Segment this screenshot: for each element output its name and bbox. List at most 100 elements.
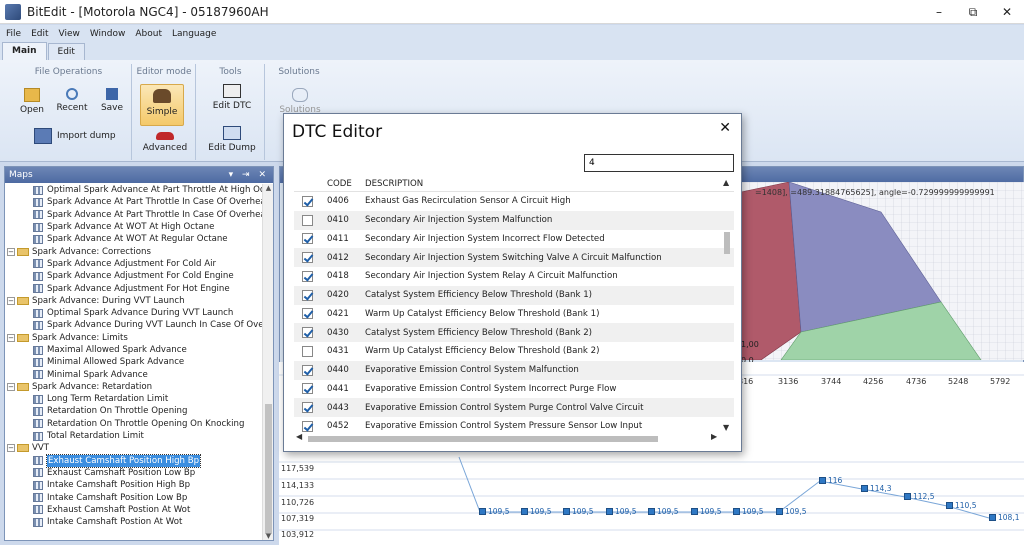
data-point[interactable] bbox=[904, 493, 911, 500]
dtc-row[interactable]: 0412 Secondary Air Injection System Switc… bbox=[294, 248, 734, 267]
tree-item[interactable]: Spark Advance During VVT Launch In Case … bbox=[5, 319, 263, 331]
tree-item[interactable]: Spark Advance At Part Throttle In Case O… bbox=[5, 209, 263, 221]
tab-main[interactable]: Main bbox=[2, 42, 47, 60]
column-code[interactable]: CODE bbox=[327, 179, 365, 189]
tree-folder[interactable]: − Spark Advance: Limits bbox=[5, 332, 263, 344]
dtc-enabled-checkbox[interactable] bbox=[302, 195, 313, 207]
tree-item[interactable]: Maximal Allowed Spark Advance bbox=[5, 344, 263, 356]
scroll-down-icon[interactable]: ▼ bbox=[723, 423, 729, 432]
collapse-icon[interactable]: − bbox=[7, 333, 15, 342]
tree-item[interactable]: Spark Advance Adjustment For Cold Engine bbox=[5, 270, 263, 282]
tree-folder[interactable]: − Spark Advance: Corrections bbox=[5, 245, 263, 257]
dtc-enabled-checkbox[interactable] bbox=[302, 420, 313, 432]
close-window-button[interactable]: ✕ bbox=[990, 0, 1024, 24]
surface-3d-plot[interactable] bbox=[741, 182, 1024, 360]
scroll-right-icon[interactable]: ▶ bbox=[711, 432, 717, 441]
scroll-left-icon[interactable]: ◀ bbox=[296, 432, 302, 441]
dtc-enabled-checkbox[interactable] bbox=[302, 327, 313, 339]
data-point[interactable] bbox=[479, 508, 486, 515]
data-point[interactable] bbox=[563, 508, 570, 515]
data-point[interactable] bbox=[861, 485, 868, 492]
tree-item[interactable]: Retardation On Throttle Opening On Knock… bbox=[5, 418, 263, 430]
tree-item[interactable]: Spark Advance Adjustment For Cold Air bbox=[5, 258, 263, 270]
save-button[interactable]: Save bbox=[92, 88, 132, 113]
data-point[interactable] bbox=[521, 508, 528, 515]
scroll-up-icon[interactable]: ▲ bbox=[723, 178, 729, 187]
scroll-down-icon[interactable]: ▼ bbox=[263, 532, 274, 540]
data-point[interactable] bbox=[946, 502, 953, 509]
data-point[interactable] bbox=[819, 477, 826, 484]
tree-folder[interactable]: − Spark Advance: During VVT Launch bbox=[5, 295, 263, 307]
tree-item[interactable]: Spark Advance Adjustment For Hot Engine bbox=[5, 282, 263, 294]
tree-folder[interactable]: − VVT bbox=[5, 442, 263, 454]
tree-item[interactable]: Optimal Spark Advance At Part Throttle A… bbox=[5, 184, 263, 196]
tree-item[interactable]: Long Term Retardation Limit bbox=[5, 393, 263, 405]
collapse-icon[interactable]: − bbox=[7, 382, 15, 391]
data-point[interactable] bbox=[648, 508, 655, 515]
tab-edit[interactable]: Edit bbox=[47, 43, 85, 60]
data-point[interactable] bbox=[776, 508, 783, 515]
dtc-row[interactable]: 0431 Warm Up Catalyst Efficiency Below Th… bbox=[294, 342, 734, 361]
advanced-mode-button[interactable]: Advanced bbox=[141, 132, 189, 153]
scroll-thumb[interactable] bbox=[724, 232, 730, 254]
dtc-row[interactable]: 0410 Secondary Air Injection System Malfu… bbox=[294, 210, 734, 230]
close-icon[interactable]: ✕ bbox=[719, 120, 731, 136]
dtc-enabled-checkbox[interactable] bbox=[302, 345, 313, 357]
panel-controls[interactable]: ▾ ⇥ ✕ bbox=[229, 170, 269, 180]
tree-item[interactable]: Exhaust Camshaft Position Low Bp bbox=[5, 467, 263, 479]
scroll-up-icon[interactable]: ▲ bbox=[263, 184, 274, 192]
data-point[interactable] bbox=[606, 508, 613, 515]
recent-button[interactable]: Recent bbox=[52, 88, 92, 113]
menu-edit[interactable]: Edit bbox=[31, 29, 48, 39]
tree-item[interactable]: Intake Camshaft Position High Bp bbox=[5, 479, 263, 491]
menu-window[interactable]: Window bbox=[90, 29, 126, 39]
edit-dump-button[interactable]: Edit Dump bbox=[207, 126, 257, 153]
tree-item[interactable]: Optimal Spark Advance During VVT Launch bbox=[5, 307, 263, 319]
tree-item[interactable]: Intake Camshaft Position Low Bp bbox=[5, 491, 263, 503]
import-dump-button[interactable]: Import dump bbox=[34, 128, 116, 144]
tree-item[interactable]: Intake Camshaft Postion At Wot bbox=[5, 516, 263, 528]
tree-item[interactable]: Minimal Allowed Spark Advance bbox=[5, 356, 263, 368]
data-point[interactable] bbox=[989, 514, 996, 521]
dtc-enabled-checkbox[interactable] bbox=[302, 252, 313, 264]
minimize-button[interactable]: – bbox=[922, 0, 956, 24]
dtc-row[interactable]: 0430 Catalyst System Efficiency Below Thr… bbox=[294, 323, 734, 342]
dtc-row[interactable]: 0440 Evaporative Emission Control System … bbox=[294, 360, 734, 380]
dtc-vertical-scrollbar[interactable]: ▲ ▼ bbox=[721, 176, 733, 432]
dtc-row[interactable]: 0421 Warm Up Catalyst Efficiency Below Th… bbox=[294, 305, 734, 324]
scroll-thumb[interactable] bbox=[265, 404, 272, 534]
solutions-button[interactable]: Solutions bbox=[278, 88, 322, 115]
tree-item[interactable]: Retardation On Throttle Opening bbox=[5, 405, 263, 417]
dtc-enabled-checkbox[interactable] bbox=[302, 289, 313, 301]
tree-item[interactable]: Exhaust Camshaft Postion At Wot bbox=[5, 504, 263, 516]
menu-language[interactable]: Language bbox=[172, 29, 216, 39]
dtc-row[interactable]: 0441 Evaporative Emission Control System … bbox=[294, 380, 734, 399]
dtc-enabled-checkbox[interactable] bbox=[302, 308, 313, 320]
data-point[interactable] bbox=[733, 508, 740, 515]
menu-file[interactable]: File bbox=[6, 29, 21, 39]
tree-item[interactable]: Spark Advance At WOT At Regular Octane bbox=[5, 233, 263, 245]
tree-item[interactable]: Spark Advance At Part Throttle In Case O… bbox=[5, 196, 263, 208]
tree-item[interactable]: Minimal Spark Advance bbox=[5, 368, 263, 380]
dtc-row[interactable]: 0443 Evaporative Emission Control System … bbox=[294, 398, 734, 417]
menu-about[interactable]: About bbox=[135, 29, 162, 39]
dtc-enabled-checkbox[interactable] bbox=[302, 364, 313, 376]
dtc-search-input[interactable] bbox=[584, 154, 734, 172]
collapse-icon[interactable]: − bbox=[7, 247, 15, 256]
collapse-icon[interactable]: − bbox=[7, 296, 15, 305]
dtc-enabled-checkbox[interactable] bbox=[302, 214, 313, 226]
dtc-enabled-checkbox[interactable] bbox=[302, 383, 313, 395]
tree-item[interactable]: Total Retardation Limit bbox=[5, 430, 263, 442]
dtc-row[interactable]: 0420 Catalyst System Efficiency Below Thr… bbox=[294, 285, 734, 305]
dtc-row[interactable]: 0411 Secondary Air Injection System Incor… bbox=[294, 230, 734, 249]
simple-mode-button[interactable]: Simple bbox=[140, 84, 184, 126]
dtc-enabled-checkbox[interactable] bbox=[302, 270, 313, 282]
dtc-enabled-checkbox[interactable] bbox=[302, 402, 313, 414]
dtc-enabled-checkbox[interactable] bbox=[302, 233, 313, 245]
data-point[interactable] bbox=[691, 508, 698, 515]
open-button[interactable]: Open bbox=[12, 88, 52, 115]
collapse-icon[interactable]: − bbox=[7, 444, 15, 453]
column-description[interactable]: DESCRIPTION bbox=[365, 179, 423, 189]
edit-dtc-button[interactable]: Edit DTC bbox=[207, 84, 257, 111]
tree-folder[interactable]: − Spark Advance: Retardation bbox=[5, 381, 263, 393]
